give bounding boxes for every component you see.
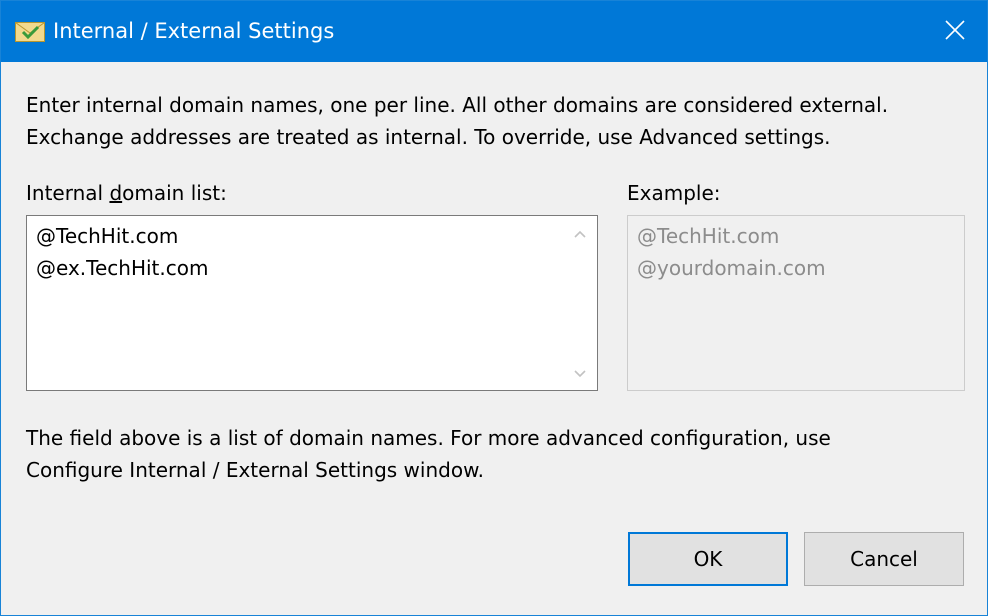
footer-text-line-1: The field above is a list of domain name… [26, 426, 831, 450]
example-line-2: @yourdomain.com [637, 256, 826, 280]
internal-domain-list-input[interactable]: @TechHit.com @ex.TechHit.com [26, 215, 598, 391]
example-label: Example: [627, 181, 721, 205]
title-bar[interactable]: Internal / External Settings [1, 1, 987, 62]
chevron-up-icon [573, 224, 587, 243]
ok-button[interactable]: OK [628, 532, 788, 586]
scroll-down-button[interactable] [563, 356, 597, 390]
cancel-button[interactable]: Cancel [804, 532, 964, 586]
close-button[interactable] [923, 1, 987, 62]
scroll-up-button[interactable] [563, 216, 597, 250]
list-scrollbar[interactable] [563, 216, 597, 390]
window-title: Internal / External Settings [53, 19, 335, 43]
chevron-down-icon [573, 364, 587, 383]
envelope-check-icon [15, 22, 45, 42]
intro-text-line-1: Enter internal domain names, one per lin… [26, 93, 889, 117]
intro-text-line-2: Exchange addresses are treated as intern… [26, 125, 831, 149]
example-box: @TechHit.com @yourdomain.com [627, 215, 965, 391]
close-icon [945, 19, 965, 44]
footer-text-line-2: Configure Internal / External Settings w… [26, 458, 484, 482]
internal-domain-list-label: Internal domain list: [26, 181, 227, 205]
internal-domain-list-value[interactable]: @TechHit.com @ex.TechHit.com [36, 220, 208, 284]
settings-dialog: Internal / External Settings Enter inter… [0, 0, 988, 616]
example-line-1: @TechHit.com [637, 224, 780, 248]
